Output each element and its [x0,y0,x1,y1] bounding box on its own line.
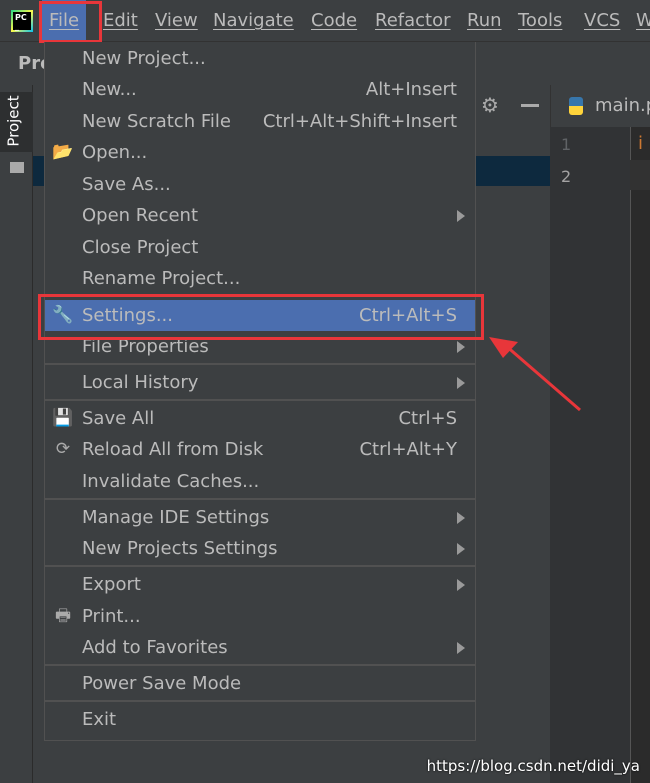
annotation-arrow-icon [489,337,581,412]
watermark: https://blog.csdn.net/didi_ya [426,757,640,775]
